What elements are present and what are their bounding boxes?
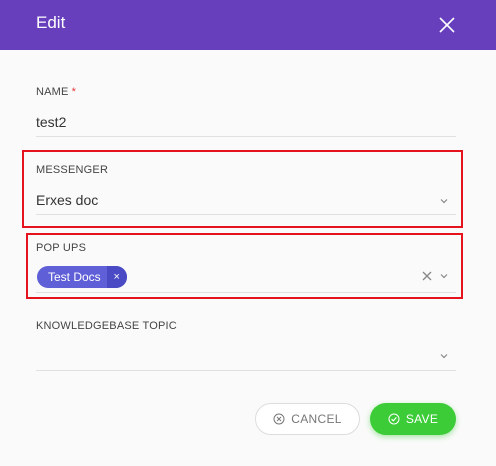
name-underline [36, 136, 456, 137]
save-button[interactable]: SAVE [370, 403, 456, 435]
name-label-text: NAME [36, 86, 69, 98]
close-icon[interactable] [436, 14, 458, 36]
save-button-label: SAVE [405, 412, 439, 426]
cancel-circle-icon [273, 413, 285, 425]
check-circle-icon [388, 413, 400, 425]
cancel-button[interactable]: CANCEL [255, 403, 360, 435]
dialog-title: Edit [36, 13, 66, 32]
required-mark: * [71, 86, 77, 98]
popups-highlight-box [26, 233, 463, 299]
messenger-highlight-box [22, 150, 463, 228]
knowledgebase-underline [36, 370, 456, 371]
cancel-button-label: CANCEL [291, 412, 342, 426]
knowledgebase-select[interactable] [36, 346, 426, 364]
dialog-header: Edit [0, 0, 496, 50]
name-label: NAME * [36, 86, 76, 98]
chevron-down-icon[interactable] [439, 351, 449, 361]
name-input[interactable]: test2 [36, 114, 66, 130]
knowledgebase-label: KNOWLEDGEBASE TOPIC [36, 320, 177, 332]
